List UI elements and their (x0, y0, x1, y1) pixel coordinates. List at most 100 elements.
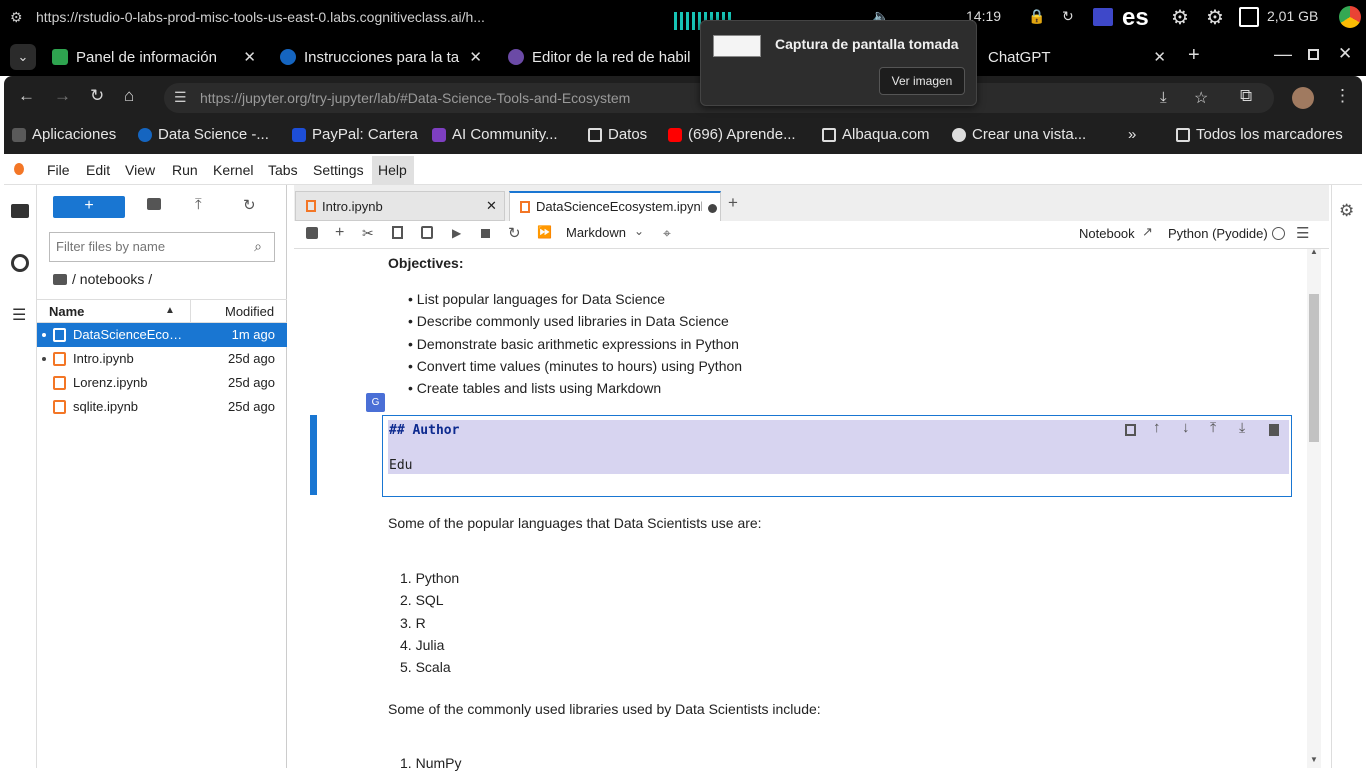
close-tab-icon[interactable]: ✕ (243, 48, 256, 66)
toc-icon[interactable]: ☰ (12, 305, 26, 325)
scrollbar-track[interactable]: ▲ ▼ (1307, 247, 1321, 768)
bookmark-data-science[interactable]: Data Science -... (138, 126, 269, 143)
menu-kernel[interactable]: Kernel (213, 162, 253, 178)
notebook-menu-icon[interactable]: ☰ (1296, 224, 1309, 242)
file-row[interactable]: Lorenz.ipynb 25d ago (37, 371, 287, 395)
breadcrumb-folder-icon[interactable] (53, 274, 67, 285)
save-icon[interactable] (306, 227, 318, 239)
cell-collapser[interactable] (310, 415, 317, 495)
chrome-icon[interactable] (1339, 6, 1361, 28)
tab-panel-info[interactable]: Panel de información ✕ (52, 42, 260, 72)
move-down-icon[interactable]: ↓ (1182, 419, 1190, 436)
new-folder-icon[interactable] (147, 198, 161, 210)
keyboard-language-text[interactable]: es (1122, 4, 1149, 32)
open-notebook-link[interactable]: Notebook (1079, 226, 1135, 241)
browser-menu-icon[interactable]: ⋮ (1334, 86, 1351, 106)
menu-view[interactable]: View (125, 162, 155, 178)
close-window-icon[interactable]: ✕ (1338, 44, 1352, 64)
forward-icon[interactable]: → (54, 86, 71, 106)
menu-help[interactable]: Help (372, 156, 414, 184)
screenshot-thumbnail[interactable] (713, 35, 761, 57)
run-all-icon[interactable]: ⏩ (537, 225, 552, 239)
tab-instrucciones[interactable]: Instrucciones para la ta ✕ (280, 42, 486, 72)
folder-icon[interactable] (11, 204, 29, 218)
bookmark-all[interactable]: Todos los marcadores (1176, 126, 1343, 143)
file-row[interactable]: sqlite.ipynb 25d ago (37, 395, 287, 419)
tab-editor[interactable]: Editor de la red de habil (508, 42, 698, 72)
tab-chatgpt[interactable]: ChatGPT ✕ (988, 42, 1170, 72)
bookmark-paypal[interactable]: PayPal: Cartera (292, 126, 418, 143)
menu-settings[interactable]: Settings (313, 162, 364, 178)
tab-intro[interactable]: Intro.ipynb ✕ (295, 191, 505, 221)
minimize-icon[interactable]: — (1274, 44, 1292, 65)
translate-icon[interactable]: G (366, 393, 385, 412)
copy-icon[interactable] (392, 226, 403, 239)
gear-tray-icon[interactable]: ⚙ (1171, 5, 1189, 30)
column-modified[interactable]: Modified (225, 304, 274, 319)
tray-app-icon[interactable] (1093, 8, 1113, 26)
location-pin-icon[interactable]: ⌖ (663, 225, 671, 242)
menu-tabs[interactable]: Tabs (268, 162, 298, 178)
tab-datascience[interactable]: DataScienceEcosystem.ipynl (509, 191, 721, 221)
cell-type-select[interactable]: Markdown ⌄ (566, 224, 646, 245)
site-info-icon[interactable]: ☰ (174, 89, 187, 106)
view-image-button[interactable]: Ver imagen (879, 67, 965, 95)
duplicate-cell-icon[interactable] (1125, 424, 1136, 436)
insert-cell-icon[interactable]: + (335, 224, 344, 242)
external-link-icon[interactable]: ↗ (1142, 224, 1153, 240)
paste-icon[interactable] (421, 226, 433, 239)
run-icon[interactable]: ▶ (452, 226, 461, 240)
refresh-tray-icon[interactable]: ↻ (1062, 8, 1074, 25)
cut-icon[interactable]: ✂ (362, 225, 374, 242)
search-tray-icon[interactable] (1239, 7, 1259, 27)
home-icon[interactable]: ⌂ (124, 86, 134, 106)
gear-tray-icon-2[interactable]: ⚙ (1206, 5, 1224, 30)
bookmark-star-icon[interactable]: ☆ (1194, 88, 1208, 108)
breadcrumb[interactable]: / notebooks / (72, 271, 152, 287)
move-up-icon[interactable]: ↑ (1153, 419, 1161, 436)
menu-file[interactable]: File (47, 162, 70, 178)
install-app-icon[interactable]: ⤓ (1160, 89, 1167, 106)
more-bookmarks-icon[interactable]: » (1128, 126, 1136, 143)
file-row[interactable]: Intro.ipynb 25d ago (37, 347, 287, 371)
close-tab-icon[interactable]: ✕ (1153, 48, 1166, 66)
reload-icon[interactable]: ↻ (90, 86, 104, 106)
tab-search-icon[interactable]: ⌄ (10, 44, 36, 70)
bookmark-datos[interactable]: Datos (588, 126, 647, 143)
file-row[interactable]: DataScienceEcos... 1m ago (37, 323, 287, 347)
bookmark-crear-vista[interactable]: Crear una vista... (952, 126, 1086, 143)
upload-icon[interactable]: ⤒ (195, 196, 202, 213)
delete-cell-icon[interactable] (1269, 424, 1279, 436)
menu-edit[interactable]: Edit (86, 162, 110, 178)
running-icon[interactable] (11, 254, 29, 272)
back-icon[interactable]: ← (18, 86, 35, 106)
bookmark-albaqua[interactable]: Albaqua.com (822, 126, 930, 143)
new-tab-icon[interactable]: + (1188, 44, 1200, 67)
unsaved-dot-icon[interactable] (708, 204, 717, 213)
site-settings-icon[interactable]: ⚙ (10, 9, 23, 26)
insert-below-icon[interactable]: ⤓ (1239, 419, 1245, 436)
scroll-down-icon[interactable]: ▼ (1310, 755, 1318, 764)
maximize-icon[interactable] (1308, 49, 1319, 60)
filter-input[interactable]: ⌕ (49, 232, 275, 262)
close-tab-icon[interactable]: ✕ (486, 198, 497, 214)
bookmark-aplicaciones[interactable]: Aplicaciones (12, 126, 116, 143)
stop-icon[interactable] (481, 229, 490, 238)
profile-avatar[interactable] (1292, 87, 1314, 109)
menu-run[interactable]: Run (172, 162, 198, 178)
restart-icon[interactable]: ↻ (508, 224, 521, 242)
new-launcher-button[interactable]: + (53, 196, 125, 218)
property-inspector-icon[interactable]: ⚙ (1339, 201, 1354, 221)
new-tab-plus-icon[interactable]: + (728, 193, 738, 213)
refresh-icon[interactable]: ↻ (243, 196, 256, 214)
bookmark-ai-community[interactable]: AI Community... (432, 126, 558, 143)
kernel-name[interactable]: Python (Pyodide) (1168, 226, 1268, 241)
insert-above-icon[interactable]: ⤒ (1210, 419, 1216, 436)
scrollbar-thumb[interactable] (1309, 294, 1319, 442)
close-tab-icon[interactable]: ✕ (469, 48, 482, 66)
filter-input-field[interactable] (56, 239, 236, 254)
column-name[interactable]: Name (49, 304, 84, 319)
extensions-icon[interactable]: ⧉ (1240, 86, 1252, 106)
lock-icon[interactable]: 🔒 (1028, 8, 1045, 25)
bookmark-youtube[interactable]: (696) Aprende... (668, 126, 796, 143)
